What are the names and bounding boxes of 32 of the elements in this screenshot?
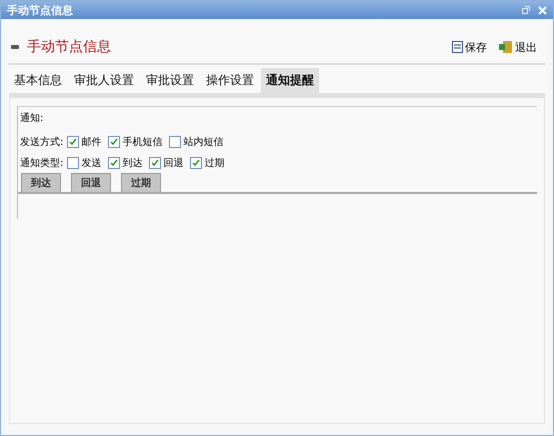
tab[interactable]: 通知提醒 xyxy=(261,68,319,93)
save-button[interactable]: 保存 xyxy=(452,40,487,54)
checkbox[interactable] xyxy=(149,156,162,168)
option-label: 到达 xyxy=(122,156,142,170)
tab[interactable]: 审批人设置 xyxy=(69,68,139,93)
tab[interactable]: 基本信息 xyxy=(9,68,67,93)
exit-button[interactable]: 退出 xyxy=(499,40,537,54)
tab[interactable]: 审批设置 xyxy=(141,68,199,93)
row-label: 通知类型: xyxy=(20,156,64,170)
window-title: 手动节点信息 xyxy=(7,2,73,18)
checkbox[interactable] xyxy=(67,136,80,148)
option-label: 发送 xyxy=(81,156,102,170)
checkbox[interactable] xyxy=(169,136,182,148)
row-label: 发送方式: xyxy=(20,136,64,148)
close-icon[interactable] xyxy=(538,6,547,14)
sub-tab[interactable]: 过期 xyxy=(121,173,161,192)
checkbox[interactable] xyxy=(67,156,80,168)
sub-tab[interactable]: 回退 xyxy=(71,173,111,192)
checkbox[interactable] xyxy=(108,156,120,168)
collapse-icon[interactable] xyxy=(11,45,19,49)
sub-tab[interactable]: 到达 xyxy=(21,173,61,192)
option-label: 邮件 xyxy=(81,136,102,148)
option-label: 过期 xyxy=(204,156,224,170)
notify-label: 通知: xyxy=(19,112,44,126)
tab[interactable]: 操作设置 xyxy=(201,68,259,93)
option-label: 站内短信 xyxy=(183,136,224,148)
checkbox[interactable] xyxy=(108,136,120,148)
option-label: 回退 xyxy=(163,156,184,170)
checkbox[interactable] xyxy=(190,156,202,168)
restore-icon[interactable] xyxy=(522,6,530,14)
section-title: 手动节点信息 xyxy=(27,38,111,56)
option-label: 手机短信 xyxy=(122,136,162,148)
